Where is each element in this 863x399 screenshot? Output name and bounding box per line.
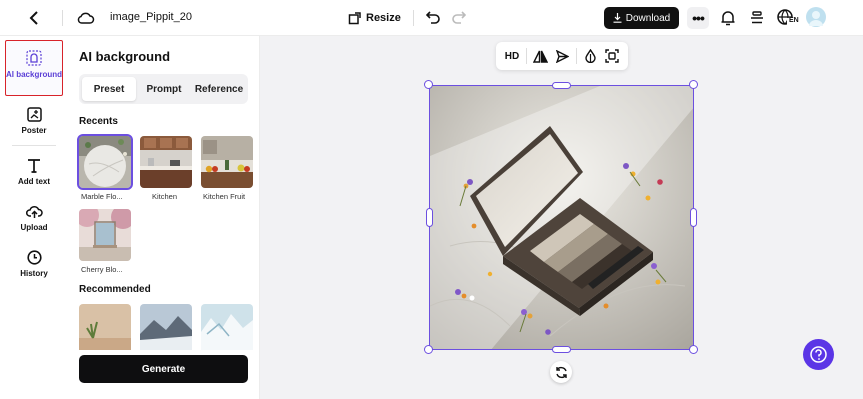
tool-rail: AI background Poster Add text Upload His…	[0, 36, 66, 399]
resize-handle[interactable]	[552, 82, 571, 89]
preset-label: Cherry Blo...	[81, 265, 123, 274]
avatar[interactable]	[806, 7, 826, 27]
recommended-thumb[interactable]	[201, 304, 253, 350]
clock-icon	[25, 248, 43, 266]
rail-item-poster[interactable]: Poster	[5, 105, 63, 135]
recommended-thumbnail	[140, 304, 192, 350]
help-button[interactable]	[803, 339, 834, 370]
resize-handle[interactable]	[424, 80, 433, 89]
divider	[413, 10, 414, 26]
ai-background-panel: AI background Preset Prompt Reference Re…	[66, 36, 260, 399]
resize-handle[interactable]	[690, 208, 697, 227]
eyeshadow-palette-photo	[430, 86, 693, 349]
rail-item-upload[interactable]: Upload	[5, 202, 63, 232]
divider	[12, 145, 56, 146]
resize-label: Resize	[366, 12, 401, 24]
mode-tabs: Preset Prompt Reference	[79, 74, 248, 104]
preset-thumb-marble-floor[interactable]	[77, 134, 133, 190]
panel-title: AI background	[79, 49, 171, 64]
rail-item-label: Poster	[21, 126, 47, 135]
resize-button[interactable]: Resize	[348, 8, 401, 28]
undo-icon[interactable]	[424, 8, 442, 26]
divider	[526, 48, 527, 64]
download-button[interactable]: Download	[604, 7, 679, 29]
preset-label: Kitchen Fruit	[203, 192, 246, 201]
flip-icon[interactable]	[531, 48, 549, 64]
preset-thumb-cherry-blossom[interactable]	[79, 209, 131, 261]
recommended-thumb[interactable]	[79, 304, 131, 350]
help-icon	[810, 346, 827, 363]
resize-handle[interactable]	[689, 345, 698, 354]
download-icon	[613, 13, 622, 23]
image-toolbar: HD	[496, 42, 628, 70]
resize-handle[interactable]	[689, 80, 698, 89]
preset-thumb-kitchen-fruit[interactable]	[201, 136, 253, 188]
rail-item-ai-background[interactable]: AI background	[5, 40, 63, 96]
text-icon	[25, 156, 43, 174]
project-title[interactable]: image_Pippit_20	[110, 11, 192, 23]
rail-item-label: AI background	[6, 70, 63, 79]
language-icon[interactable]: EN	[776, 7, 800, 29]
resize-handle[interactable]	[426, 208, 433, 227]
top-bar: image_Pippit_20 Resize Download ••• EN	[0, 0, 863, 36]
bell-icon[interactable]	[719, 8, 737, 28]
smart-crop-icon[interactable]	[603, 48, 621, 64]
tab-preset[interactable]: Preset	[82, 77, 136, 101]
rail-item-label: Upload	[20, 223, 48, 232]
kitchen-thumbnail	[140, 136, 192, 188]
marble-floor-thumbnail	[79, 136, 131, 188]
redo-icon[interactable]	[450, 8, 468, 26]
send-icon[interactable]	[553, 48, 571, 64]
resize-icon	[348, 11, 361, 24]
language-badge: EN	[789, 17, 799, 24]
tab-reference[interactable]: Reference	[191, 77, 247, 101]
cloud-icon[interactable]	[76, 8, 96, 28]
rail-item-label: Add text	[18, 177, 50, 186]
divider	[62, 10, 63, 26]
cherry-blossom-thumbnail	[79, 209, 131, 261]
preset-label: Marble Flo...	[81, 192, 123, 201]
stack-icon[interactable]	[748, 8, 766, 28]
preset-thumb-kitchen[interactable]	[140, 136, 192, 188]
hd-button[interactable]: HD	[502, 48, 522, 64]
canvas-area[interactable]: HD	[260, 36, 863, 399]
ai-background-icon	[25, 49, 43, 67]
rotate-button[interactable]	[550, 361, 572, 383]
poster-icon	[25, 105, 43, 123]
recents-heading: Recents	[79, 116, 118, 127]
rotate-icon	[555, 366, 567, 378]
opacity-drop-icon[interactable]	[581, 48, 599, 64]
product-image[interactable]	[429, 85, 694, 350]
resize-handle[interactable]	[424, 345, 433, 354]
upload-cloud-icon	[25, 202, 43, 220]
recommended-thumbnail	[79, 304, 131, 350]
download-label: Download	[625, 12, 671, 24]
resize-handle[interactable]	[552, 346, 571, 353]
rail-item-add-text[interactable]: Add text	[5, 156, 63, 186]
divider	[576, 48, 577, 64]
tab-prompt[interactable]: Prompt	[138, 77, 190, 101]
preset-label: Kitchen	[152, 192, 178, 201]
rail-item-history[interactable]: History	[5, 248, 63, 278]
generate-button[interactable]: Generate	[79, 355, 248, 383]
recommended-thumb[interactable]	[140, 304, 192, 350]
recommended-heading: Recommended	[79, 284, 151, 295]
more-options-button[interactable]: •••	[687, 7, 709, 29]
recommended-thumbnail	[201, 304, 253, 350]
kitchen-fruit-thumbnail	[201, 136, 253, 188]
back-icon[interactable]	[24, 8, 44, 28]
rail-item-label: History	[20, 269, 48, 278]
